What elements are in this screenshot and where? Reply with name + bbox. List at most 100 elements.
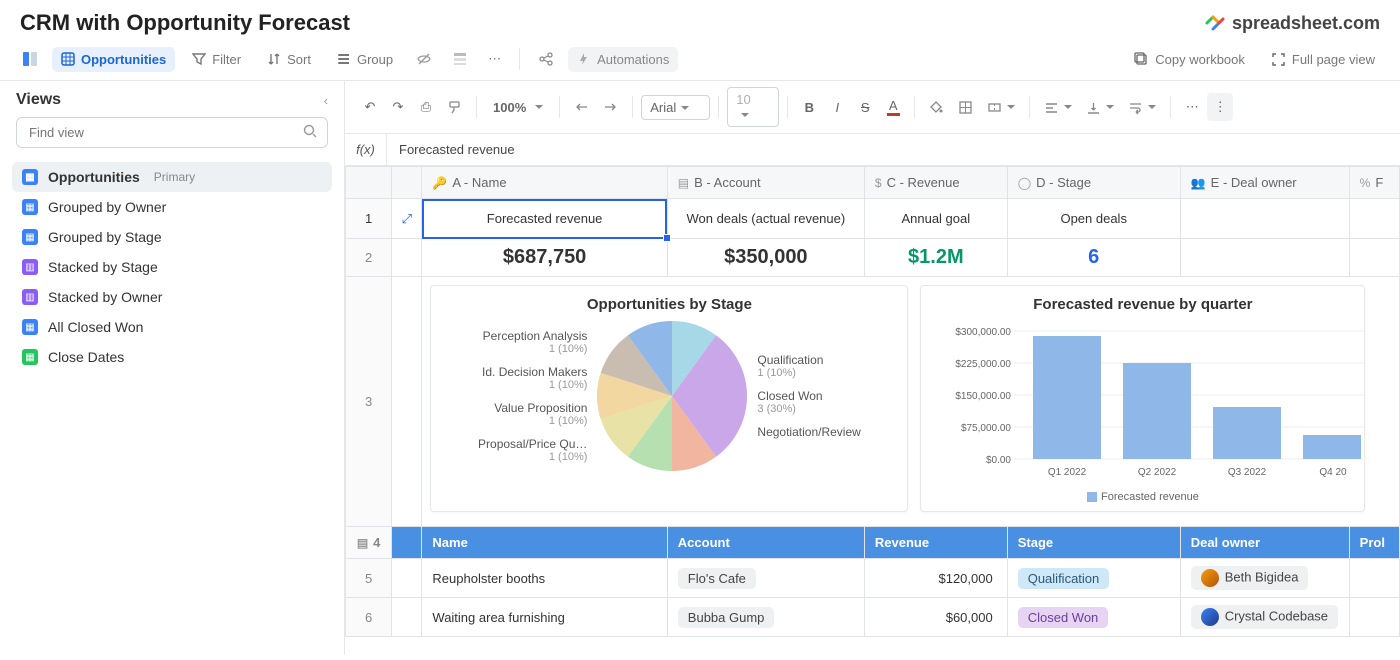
svg-text:$300,000.00: $300,000.00	[956, 327, 1012, 338]
view-item-closed-won[interactable]: ▦All Closed Won	[12, 312, 332, 342]
strike-icon[interactable]: S	[852, 93, 878, 121]
filter-button[interactable]: Filter	[183, 47, 250, 72]
formula-value[interactable]: Forecasted revenue	[387, 134, 527, 165]
undo-icon[interactable]: ↶	[357, 93, 383, 121]
paint-format-icon[interactable]	[441, 93, 468, 121]
cell-account[interactable]: Bubba Gump	[667, 598, 864, 637]
bar-chart-svg: $300,000.00 $225,000.00 $150,000.00 $75,…	[933, 321, 1363, 486]
print-icon[interactable]: ⎙	[413, 93, 439, 121]
cell-name[interactable]: Waiting area furnishing	[422, 598, 667, 637]
hdr-account[interactable]: Account	[667, 527, 864, 559]
cell-account[interactable]: Flo's Cafe	[667, 559, 864, 598]
bar-chart-card[interactable]: Forecasted revenue by quarter $300,000.0…	[920, 285, 1365, 512]
cell-name[interactable]: Reupholster booths	[422, 559, 667, 598]
italic-icon[interactable]: I	[824, 93, 850, 121]
indent-icon[interactable]	[597, 93, 624, 121]
share-icon[interactable]	[532, 46, 560, 72]
spreadsheet-grid[interactable]: 🔑A - Name ▤B - Account $C - Revenue ◯D -…	[345, 166, 1400, 655]
automations-button[interactable]: Automations	[568, 47, 678, 72]
cell-c2[interactable]: $1.2M	[864, 239, 1007, 277]
view-item-stacked-stage[interactable]: ▥Stacked by Stage	[12, 252, 332, 282]
select-all-corner[interactable]	[346, 167, 392, 199]
col-header-f[interactable]: %F	[1349, 167, 1399, 199]
expand-col	[392, 167, 422, 199]
hdr-name[interactable]: Name	[422, 527, 667, 559]
view-item-grouped-stage[interactable]: ▦Grouped by Stage	[12, 222, 332, 252]
brand[interactable]: spreadsheet.com	[1204, 12, 1380, 34]
cell-owner[interactable]: Crystal Codebase	[1180, 598, 1349, 637]
cell-a2[interactable]: $687,750	[422, 239, 667, 277]
cell-e1[interactable]	[1180, 199, 1349, 239]
cell-c1[interactable]: Annual goal	[864, 199, 1007, 239]
cell-revenue[interactable]: $120,000	[864, 559, 1007, 598]
find-view-input[interactable]	[16, 117, 328, 148]
wrap-icon[interactable]	[1122, 93, 1162, 121]
row-num[interactable]: 3	[346, 277, 392, 527]
pie-chart-title: Opportunities by Stage	[443, 296, 895, 313]
col-header-b[interactable]: ▤B - Account	[667, 167, 864, 199]
outdent-icon[interactable]	[568, 93, 595, 121]
hdr-stage[interactable]: Stage	[1007, 527, 1180, 559]
row-num[interactable]: 6	[346, 598, 392, 637]
more-icon[interactable]: ⋯	[482, 46, 507, 72]
expand-row-icon[interactable]: ⤢	[392, 199, 422, 239]
view-item-stacked-owner[interactable]: ▥Stacked by Owner	[12, 282, 332, 312]
row-num[interactable]: ▤4	[346, 527, 392, 559]
hdr-owner[interactable]: Deal owner	[1180, 527, 1349, 559]
fill-handle[interactable]	[663, 234, 671, 242]
view-item-opportunities[interactable]: ▦OpportunitiesPrimary	[12, 162, 332, 192]
zoom-select[interactable]: 100%	[485, 96, 551, 119]
hide-fields-icon[interactable]	[410, 46, 438, 72]
cell-d2[interactable]: 6	[1007, 239, 1180, 277]
view-item-close-dates[interactable]: ▦Close Dates	[12, 342, 332, 372]
col-header-c[interactable]: $C - Revenue	[864, 167, 1007, 199]
summary-labels-row: 1 ⤢ Forecasted revenue Won deals (actual…	[346, 199, 1400, 239]
font-size-select[interactable]: 10	[727, 87, 779, 127]
cell-stage[interactable]: Closed Won	[1007, 598, 1180, 637]
col-header-a[interactable]: 🔑A - Name	[422, 167, 667, 199]
more-format-icon[interactable]: ⋯	[1179, 93, 1205, 121]
redo-icon[interactable]: ↷	[385, 93, 411, 121]
row-num[interactable]: 5	[346, 559, 392, 598]
merge-cells-icon[interactable]	[981, 93, 1021, 121]
views-icon[interactable]	[16, 46, 44, 72]
table-row[interactable]: 6 Waiting area furnishing Bubba Gump $60…	[346, 598, 1400, 637]
full-page-button[interactable]: Full page view	[1262, 47, 1384, 72]
hdr-revenue[interactable]: Revenue	[864, 527, 1007, 559]
font-select[interactable]: Arial	[641, 95, 710, 120]
row-num[interactable]: 1	[346, 199, 392, 239]
row-height-icon[interactable]	[446, 46, 474, 72]
svg-text:Q3 2022: Q3 2022	[1228, 467, 1267, 478]
sheet-tab-opportunities[interactable]: Opportunities	[52, 47, 175, 72]
pie-chart-card[interactable]: Opportunities by Stage Perception Analys…	[430, 285, 908, 512]
sort-button[interactable]: Sort	[258, 47, 320, 72]
col-header-d[interactable]: ◯D - Stage	[1007, 167, 1180, 199]
borders-icon[interactable]	[952, 93, 979, 121]
views-heading: Views	[16, 91, 61, 109]
brand-logo-icon	[1204, 12, 1226, 34]
text-color-icon[interactable]: A	[880, 93, 906, 121]
copy-workbook-button[interactable]: Copy workbook	[1125, 47, 1254, 72]
cell-revenue[interactable]: $60,000	[864, 598, 1007, 637]
cell-owner[interactable]: Beth Bigidea	[1180, 559, 1349, 598]
group-button[interactable]: Group	[328, 47, 402, 72]
view-item-grouped-owner[interactable]: ▦Grouped by Owner	[12, 192, 332, 222]
hdr-prob[interactable]: Prol	[1349, 527, 1399, 559]
h-align-icon[interactable]	[1038, 93, 1078, 121]
fill-color-icon[interactable]	[923, 93, 950, 121]
cell-f1[interactable]	[1349, 199, 1399, 239]
cell-b2[interactable]: $350,000	[667, 239, 864, 277]
overflow-icon[interactable]: ⋮	[1207, 93, 1233, 121]
table-row[interactable]: 5 Reupholster booths Flo's Cafe $120,000…	[346, 559, 1400, 598]
collapse-sidebar-icon[interactable]: ‹	[324, 93, 328, 108]
cell-a1[interactable]: Forecasted revenue	[422, 199, 667, 239]
cell-d1[interactable]: Open deals	[1007, 199, 1180, 239]
v-align-icon[interactable]	[1080, 93, 1120, 121]
row-num[interactable]: 2	[346, 239, 392, 277]
cell-stage[interactable]: Qualification	[1007, 559, 1180, 598]
col-header-e[interactable]: 👥E - Deal owner	[1180, 167, 1349, 199]
format-toolbar: CRM with Opportunity Forecast ↶ ↷ ⎙ 100%…	[345, 81, 1400, 134]
bold-icon[interactable]: B	[796, 93, 822, 121]
cell-b1[interactable]: Won deals (actual revenue)	[667, 199, 864, 239]
primary-tag: Primary	[154, 170, 195, 184]
